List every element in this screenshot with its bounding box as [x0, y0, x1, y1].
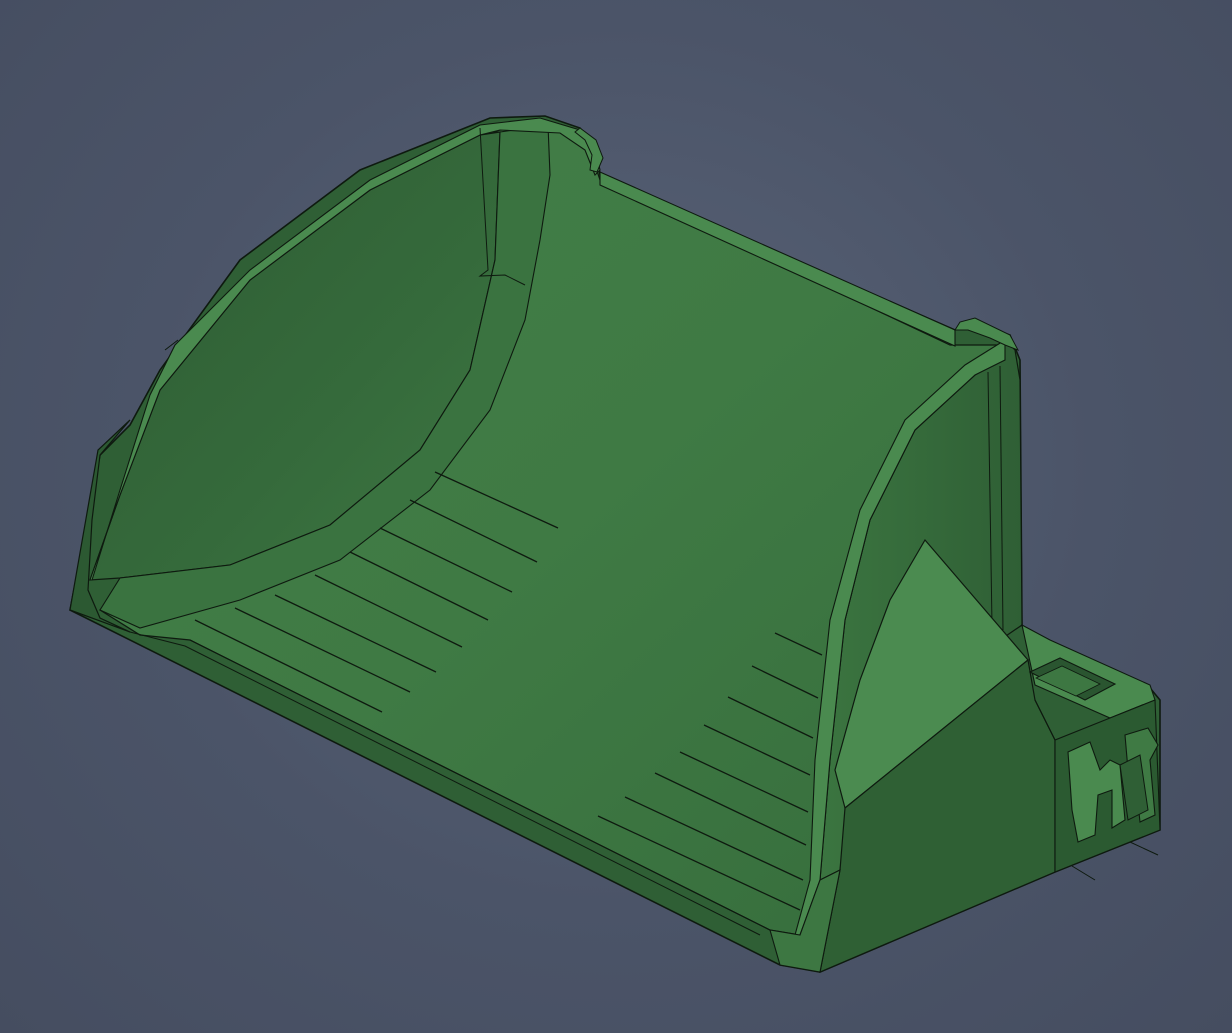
pin-line — [1129, 841, 1159, 856]
3d-viewport[interactable] — [0, 0, 1232, 1033]
pin-line — [1071, 865, 1096, 881]
cad-model-render[interactable] — [0, 0, 1232, 1033]
